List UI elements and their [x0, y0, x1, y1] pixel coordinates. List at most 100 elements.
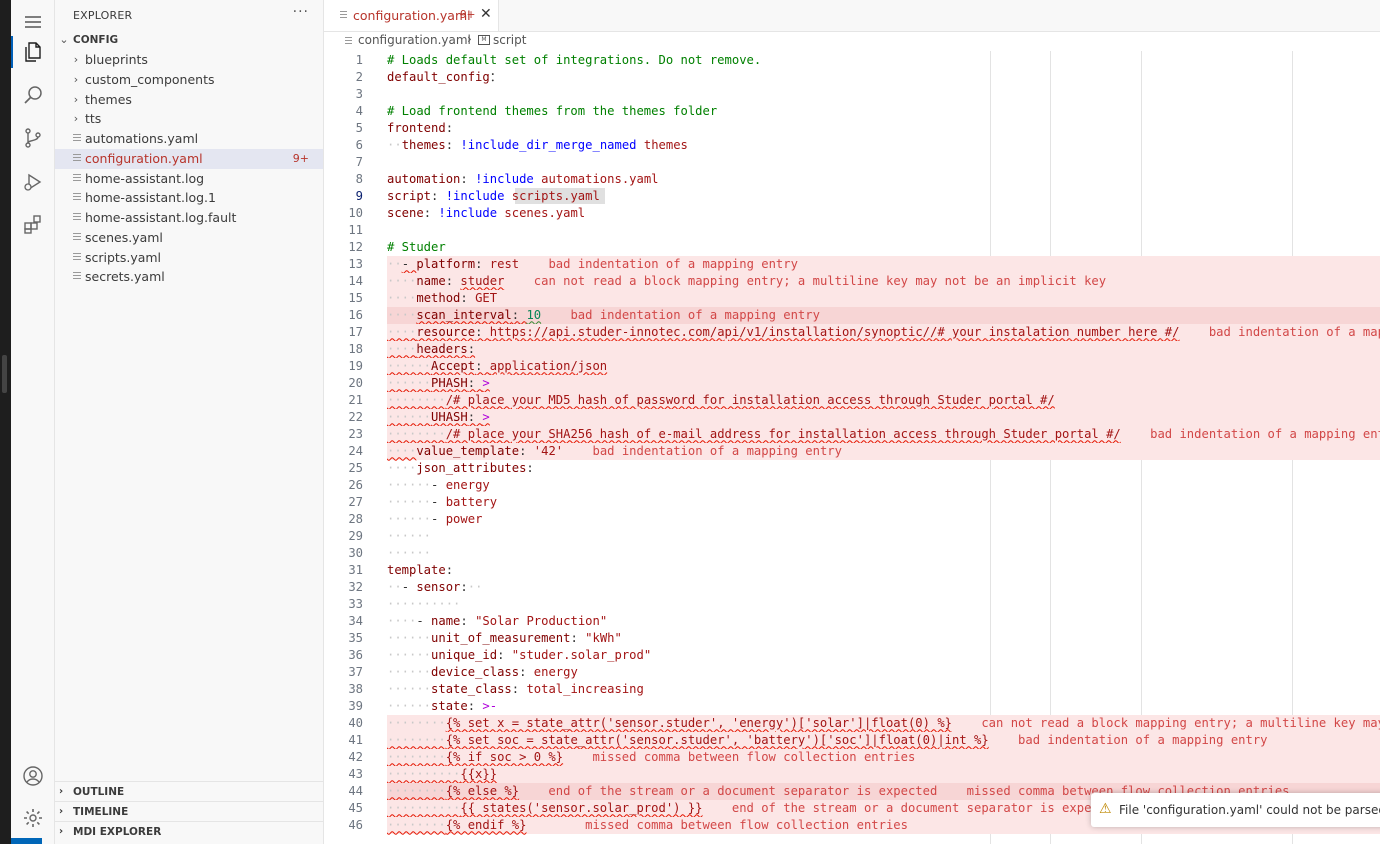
run-debug-icon[interactable]: [11, 162, 54, 202]
gear-icon[interactable]: [11, 798, 54, 838]
code-line[interactable]: template:: [387, 562, 453, 579]
code-line[interactable]: ········/# place your SHA256 hash of e-m…: [387, 426, 1380, 443]
code-line[interactable]: ······- battery: [387, 494, 497, 511]
code-line[interactable]: ······PHASH: >: [387, 375, 490, 392]
tree-file-ha-log[interactable]: home-assistant.log: [55, 169, 323, 189]
code-line[interactable]: ····- name: "Solar Production": [387, 613, 607, 630]
inline-error-message: end of the stream or a document separato…: [702, 800, 1121, 815]
code-token: ··: [467, 579, 483, 594]
notification-text: File 'configuration.yaml' could not be p…: [1119, 803, 1380, 817]
code-line[interactable]: ······state: >-: [387, 698, 497, 715]
code-token: :: [511, 307, 527, 322]
section-timeline[interactable]: › TIMELINE: [55, 801, 323, 822]
code-line[interactable]: ····value_template: '42' bad indentation…: [387, 443, 842, 460]
line-number: 28: [348, 511, 363, 526]
parse-error-notification[interactable]: ⚠ File 'configuration.yaml' could not be…: [1091, 793, 1380, 827]
code-line[interactable]: ··- platform: rest bad indentation of a …: [387, 256, 798, 273]
code-line[interactable]: ····name: studer can not read a block ma…: [387, 273, 1106, 290]
code-line[interactable]: ········{% endif %} missed comma between…: [387, 817, 908, 834]
code-line[interactable]: ········{% if soc > 0 %} missed comma be…: [387, 749, 915, 766]
source-control-icon[interactable]: [11, 118, 54, 158]
code-line[interactable]: ····method: GET: [387, 290, 497, 307]
code-line[interactable]: # Studer: [387, 239, 446, 256]
code-token: !include: [445, 188, 505, 203]
code-line[interactable]: default_config：: [387, 69, 502, 86]
section-mdi-explorer[interactable]: › MDI EXPLORER: [55, 821, 323, 842]
code-token: /# place your SHA256 hash of e-mail addr…: [445, 426, 1121, 441]
search-icon[interactable]: [11, 75, 54, 115]
extensions-icon[interactable]: [11, 205, 54, 245]
code-line[interactable]: ······- energy: [387, 477, 490, 494]
remote-indicator[interactable]: [11, 838, 42, 844]
code-line[interactable]: ······: [387, 545, 431, 562]
breadcrumb-symbol[interactable]: script: [493, 33, 526, 47]
tree-file-scenes[interactable]: scenes.yaml: [55, 228, 323, 248]
code-line[interactable]: # Loads default set of integrations. Do …: [387, 52, 761, 69]
code-line[interactable]: # Load frontend themes from the themes f…: [387, 103, 717, 120]
code-token: ······: [387, 477, 432, 492]
code-token: ··: [387, 256, 402, 271]
tree-folder-blueprints[interactable]: › blueprints: [55, 50, 323, 70]
tab-configuration-yaml[interactable]: configuration.yaml 9+ ✕: [324, 0, 499, 31]
code-token: Accept: [431, 358, 476, 373]
code-line[interactable]: ······Accept: application/json: [387, 358, 607, 375]
code-line[interactable]: automation: !include automations.yaml: [387, 171, 659, 188]
code-editor[interactable]: 1 # Loads default set of integrations. Do…: [324, 51, 1380, 844]
code-line[interactable]: ······device_class: energy: [387, 664, 578, 681]
more-actions-icon[interactable]: ···: [293, 4, 309, 20]
code-line[interactable]: ··themes: !include_dir_merge_named theme…: [387, 137, 688, 154]
line-number: 17: [348, 324, 363, 339]
folder-config[interactable]: ⌄ CONFIG: [55, 30, 323, 50]
code-line[interactable]: ····headers:: [387, 341, 475, 358]
code-token: ····: [387, 443, 417, 458]
code-token: /# place your MD5 hash of password for i…: [445, 392, 1055, 407]
code-token: https://api.studer-innotec.com/api/v1/in…: [489, 324, 1180, 339]
tree-file-secrets[interactable]: secrets.yaml: [55, 267, 323, 287]
tree-file-automations[interactable]: automations.yaml: [55, 129, 323, 149]
code-token: # Studer: [387, 239, 446, 254]
inline-error-message: missed comma between flow collection ent…: [526, 817, 908, 832]
code-line[interactable]: ········{% set soc = state_attr('sensor.…: [387, 732, 1268, 749]
error-line-highlight: [387, 289, 1380, 307]
line-number: 13: [348, 256, 363, 271]
code-line[interactable]: ··········{{ states('sensor.solar_prod')…: [387, 800, 1121, 817]
line-number: 46: [348, 817, 363, 832]
line-number: 31: [348, 562, 363, 577]
code-line[interactable]: ······unique_id: "studer.solar_prod": [387, 647, 651, 664]
tree-file-ha-log-fault[interactable]: home-assistant.log.fault: [55, 208, 323, 228]
tree-file-scripts[interactable]: scripts.yaml: [55, 248, 323, 268]
code-line[interactable]: scene: !include scenes.yaml: [387, 205, 585, 222]
line-number: 37: [348, 664, 363, 679]
code-line[interactable]: ········/# place your MD5 hash of passwo…: [387, 392, 1055, 409]
code-token: ········: [387, 732, 446, 747]
tree-folder-tts[interactable]: › tts: [55, 109, 323, 129]
code-line[interactable]: ··- sensor:··: [387, 579, 482, 596]
close-icon[interactable]: ✕: [480, 6, 492, 22]
tree-file-ha-log-1[interactable]: home-assistant.log.1: [55, 188, 323, 208]
code-line[interactable]: ······unit_of_measurement: "kWh": [387, 630, 622, 647]
code-token: "kWh": [585, 630, 622, 645]
account-icon[interactable]: [11, 756, 54, 796]
code-line[interactable]: ····resource: https://api.studer-innotec…: [387, 324, 1380, 341]
code-line[interactable]: frontend:: [387, 120, 453, 137]
code-token: PHASH: [431, 375, 468, 390]
line-number: 9: [355, 188, 363, 203]
code-line[interactable]: ······- power: [387, 511, 482, 528]
code-token: scenes.yaml: [497, 205, 586, 220]
code-line[interactable]: ····scan_interval: 10 bad indentation of…: [387, 307, 820, 324]
problem-count-badge: 9+: [292, 152, 309, 165]
tree-file-configuration[interactable]: configuration.yaml 9+: [55, 149, 323, 169]
code-line[interactable]: ··········{{x}}: [387, 766, 497, 783]
code-line[interactable]: ··········: [387, 596, 460, 613]
code-line[interactable]: ····json_attributes:: [387, 460, 534, 477]
code-line[interactable]: ······: [387, 528, 431, 545]
tree-folder-custom-components[interactable]: › custom_components: [55, 70, 323, 90]
explorer-icon[interactable]: [11, 32, 54, 72]
code-line[interactable]: ········{% set x = state_attr('sensor.st…: [387, 715, 1380, 732]
code-line[interactable]: ······UHASH: >: [387, 409, 490, 426]
code-line[interactable]: script: !include scripts.yaml: [387, 188, 600, 205]
code-line[interactable]: ······state_class: total_increasing: [387, 681, 644, 698]
tree-folder-themes[interactable]: › themes: [55, 90, 323, 110]
breadcrumb-file[interactable]: configuration.yaml: [358, 33, 471, 47]
section-outline[interactable]: › OUTLINE: [55, 781, 323, 802]
